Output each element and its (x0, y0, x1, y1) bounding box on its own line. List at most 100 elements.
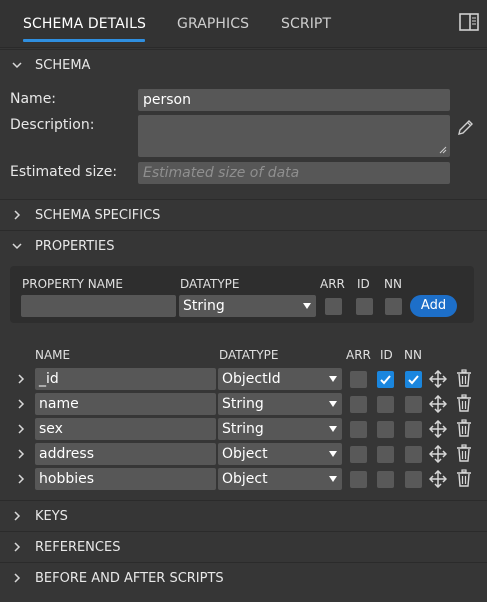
property-id-checkbox[interactable] (377, 371, 394, 388)
section-title: REFERENCES (35, 540, 121, 555)
add-col-header-id: ID (357, 277, 370, 291)
property-id-checkbox[interactable] (377, 421, 394, 438)
dropdown-arrow-icon (329, 451, 337, 457)
property-datatype-select[interactable]: Object (218, 443, 342, 465)
add-col-header-nn: NN (384, 277, 402, 291)
chevron-down-icon (12, 62, 22, 69)
new-property-id-checkbox[interactable] (356, 298, 373, 315)
dropdown-arrow-icon (329, 376, 337, 382)
section-schema-header[interactable]: SCHEMA (0, 49, 487, 80)
schema-description-field[interactable] (138, 115, 450, 157)
chevron-right-icon[interactable] (16, 473, 26, 485)
add-col-header-name: PROPERTY NAME (22, 277, 123, 291)
trash-icon[interactable] (456, 369, 472, 387)
select-value: Object (222, 446, 268, 462)
section-properties-header[interactable]: PROPERTIES (0, 230, 487, 261)
table-header-arr: ARR (346, 348, 371, 362)
section-title: BEFORE AND AFTER SCRIPTS (35, 571, 224, 586)
property-name-field[interactable]: name (35, 393, 216, 415)
property-datatype-select[interactable]: String (218, 418, 342, 440)
dropdown-arrow-icon (303, 303, 311, 309)
name-label: Name: (10, 91, 57, 107)
property-name-field[interactable]: _id (35, 368, 216, 390)
tab-graphics[interactable]: GRAPHICS (177, 16, 249, 32)
tab-schema-details[interactable]: SCHEMA DETAILS (23, 16, 146, 32)
chevron-right-icon[interactable] (16, 373, 26, 385)
move-icon[interactable] (429, 370, 447, 388)
property-name-field[interactable]: sex (35, 418, 216, 440)
dropdown-arrow-icon (329, 401, 337, 407)
chevron-right-icon (14, 542, 21, 552)
section-title: SCHEMA (35, 58, 91, 73)
select-value: Object (222, 471, 268, 487)
new-property-nn-checkbox[interactable] (385, 298, 402, 315)
chevron-right-icon[interactable] (16, 448, 26, 460)
estimated-size-label: Estimated size: (10, 164, 118, 180)
table-header-name: NAME (35, 348, 71, 362)
chevron-right-icon[interactable] (16, 398, 26, 410)
section-scripts-header[interactable]: BEFORE AND AFTER SCRIPTS (0, 562, 487, 593)
dropdown-arrow-icon (329, 476, 337, 482)
new-property-arr-checkbox[interactable] (325, 298, 342, 315)
property-datatype-select[interactable]: String (218, 393, 342, 415)
property-id-checkbox[interactable] (377, 396, 394, 413)
trash-icon[interactable] (456, 469, 472, 487)
active-tab-indicator (23, 39, 145, 42)
section-schema-specifics-header[interactable]: SCHEMA SPECIFICS (0, 199, 487, 230)
chevron-right-icon[interactable] (16, 423, 26, 435)
schema-name-field[interactable]: person (138, 89, 450, 111)
property-id-checkbox[interactable] (377, 446, 394, 463)
new-property-name-input[interactable] (21, 295, 176, 317)
property-nn-checkbox[interactable] (405, 371, 422, 388)
section-title: KEYS (35, 509, 68, 524)
dropdown-arrow-icon (329, 426, 337, 432)
chevron-down-icon (12, 243, 22, 250)
select-value: String (222, 421, 264, 437)
property-arr-checkbox[interactable] (350, 371, 367, 388)
property-datatype-select[interactable]: Object (218, 468, 342, 490)
description-label: Description: (10, 117, 95, 133)
move-icon[interactable] (429, 420, 447, 438)
property-name-field[interactable]: hobbies (35, 468, 216, 490)
estimated-size-field[interactable]: Estimated size of data (138, 162, 450, 184)
table-header-datatype: DATATYPE (219, 348, 279, 362)
property-datatype-select[interactable]: ObjectId (218, 368, 342, 390)
trash-icon[interactable] (456, 419, 472, 437)
property-nn-checkbox[interactable] (405, 421, 422, 438)
move-icon[interactable] (429, 395, 447, 413)
move-icon[interactable] (429, 470, 447, 488)
select-value: ObjectId (222, 371, 281, 387)
table-header-nn: NN (404, 348, 422, 362)
property-arr-checkbox[interactable] (350, 471, 367, 488)
section-title: PROPERTIES (35, 239, 115, 254)
property-arr-checkbox[interactable] (350, 446, 367, 463)
select-value: String (222, 396, 264, 412)
section-title: SCHEMA SPECIFICS (35, 208, 161, 223)
property-arr-checkbox[interactable] (350, 421, 367, 438)
property-name-field[interactable]: address (35, 443, 216, 465)
section-keys-header[interactable]: KEYS (0, 500, 487, 531)
chevron-right-icon (14, 210, 21, 220)
property-arr-checkbox[interactable] (350, 396, 367, 413)
resize-grip-icon[interactable] (439, 146, 447, 154)
section-references-header[interactable]: REFERENCES (0, 531, 487, 562)
property-id-checkbox[interactable] (377, 471, 394, 488)
move-icon[interactable] (429, 445, 447, 463)
pencil-icon[interactable] (456, 117, 476, 137)
chevron-right-icon (14, 573, 21, 583)
tab-bar: SCHEMA DETAILS GRAPHICS SCRIPT (0, 0, 487, 48)
trash-icon[interactable] (456, 394, 472, 412)
panel-toggle-icon[interactable] (459, 13, 479, 31)
property-nn-checkbox[interactable] (405, 471, 422, 488)
property-nn-checkbox[interactable] (405, 396, 422, 413)
trash-icon[interactable] (456, 444, 472, 462)
add-col-header-datatype: DATATYPE (180, 277, 240, 291)
add-property-button[interactable]: Add (410, 295, 457, 317)
tab-script[interactable]: SCRIPT (281, 16, 331, 32)
add-col-header-arr: ARR (320, 277, 345, 291)
chevron-right-icon (14, 511, 21, 521)
new-property-datatype-select[interactable]: String (179, 295, 316, 317)
select-value: String (183, 298, 225, 314)
table-header-id: ID (380, 348, 393, 362)
property-nn-checkbox[interactable] (405, 446, 422, 463)
